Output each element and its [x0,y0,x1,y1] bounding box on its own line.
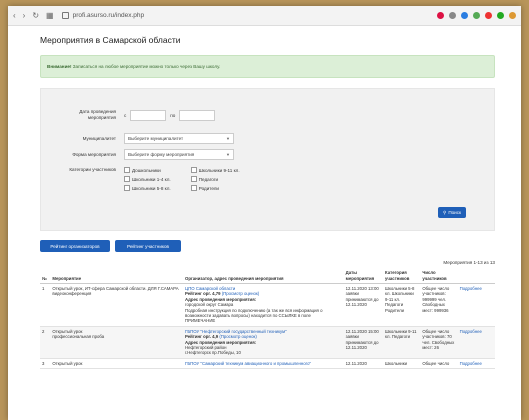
browser-window: ‹ › ↻ ▦ profi.asurso.ru/index.php Меропр… [8,6,521,420]
chevron-down-icon: ▼ [226,152,230,157]
col-count: Число участников [420,268,458,284]
participant-category-label: Категории участников [69,167,116,172]
reload-icon[interactable]: ↻ [32,11,39,20]
category-cell: Школьники [383,358,421,370]
date-to-prefix: по [170,112,176,118]
event-cell: Открытый урок, ИТ-сфера Самарской област… [50,283,184,327]
lock-icon [61,12,69,19]
organizer-cell: ГБПОУ "Нефтегорский государственный техн… [183,326,344,359]
col-actions [457,268,495,284]
browser-toolbar: ‹ › ↻ ▦ profi.asurso.ru/index.php [8,6,521,26]
search-icon: ⚲ [442,209,447,215]
event-form-select[interactable]: Выберите форму мероприятия ▼ [124,149,234,160]
info-alert: Внимание! Записаться на любое мероприяти… [40,55,495,78]
checkbox-teachers[interactable]: Педагоги [190,176,240,182]
checkbox-grade-9-11[interactable]: Школьники 9-11 кл. [190,167,240,173]
col-dates: Даты мероприятия [343,268,384,284]
row-number: 3 [40,358,51,370]
date-from-input[interactable] [130,109,167,121]
table-row: 2 Открытый урок профессиональная проба ГБ… [40,326,495,359]
filter-panel: Дата проведения мероприятия с по Муниципа… [40,88,495,231]
table-row: 3 Открытый урок ГБПОУ "Самарский технику… [40,358,495,370]
details-link[interactable]: Подробнее [460,286,482,291]
organizer-cell: ГБПОУ "Самарский техникум авиационного и… [183,358,344,370]
col-number: № [40,268,51,284]
event-form-label: Форма мероприятия [72,151,116,157]
event-cell: Открытый урок профессиональная проба [50,326,184,359]
checkbox-parents[interactable]: Родители [190,185,240,191]
checkbox-grade-5-8[interactable]: Школьники 5-8 кл. [124,185,171,191]
participant-rating-button[interactable]: Рейтинг участников [115,240,181,252]
results-counter: Мероприятия 1-13 из 13 [443,260,495,265]
row-number: 1 [40,283,51,327]
details-link[interactable]: Подробнее [460,361,482,366]
details-cell: Подробнее [457,326,495,359]
chevron-down-icon: ▼ [226,136,230,141]
dates-cell: 12.11.2020 [343,358,384,370]
forward-icon[interactable]: › [23,11,26,20]
extensions [437,12,516,19]
col-category: Категория участников [383,268,421,284]
table-header: № Мероприятие Организатор, адрес проведе… [40,268,495,284]
view-ratings-link[interactable]: (Просмотр оценок) [222,291,260,296]
details-cell: Подробнее [457,358,495,370]
checkbox-grade-1-4[interactable]: Школьники 1-4 кл. [124,176,171,182]
date-label: Дата проведения мероприятия [79,109,116,120]
download-icon[interactable] [497,12,504,19]
row-number: 2 [40,326,51,359]
count-cell: Общее число [420,358,458,370]
search-extension-icon[interactable] [437,12,444,19]
details-link[interactable]: Подробнее [460,329,482,334]
details-cell: Подробнее [457,283,495,327]
checkbox-preschool[interactable]: Дошкольники [124,167,171,173]
search-button[interactable]: ⚲ Поиск [438,207,466,218]
category-cell: Школьники 9-11 кл. Педагоги [383,326,421,359]
events-table: № Мероприятие Организатор, адрес проведе… [40,268,495,370]
tabs-icon[interactable]: ▦ [46,11,54,20]
count-cell: Общее число участников: 70 чел. Свободны… [420,326,458,359]
table-row: 1 Открытый урок, ИТ-сфера Самарской обла… [40,283,495,327]
address-bar[interactable]: profi.asurso.ru/index.php [61,12,437,19]
col-event: Мероприятие [50,268,184,284]
page-content: Мероприятия в Самарской области Внимание… [8,35,521,370]
date-to-input[interactable] [179,109,216,121]
vpn-icon[interactable] [461,12,468,19]
event-cell: Открытый урок [50,358,184,370]
category-cell: Школьники 5-8 кл. Школьники 9-11 кл. Пед… [383,283,421,327]
url-text: profi.asurso.ru/index.php [72,12,145,19]
col-organizer: Организатор, адрес проведения мероприяти… [183,268,344,284]
camera-icon[interactable] [449,12,456,19]
dates-cell: 12.11.2020 13:00 заявки принимаются до 12… [343,283,384,327]
count-cell: Общее число участников: 999999 чел. Своб… [420,283,458,327]
municipality-label: Муниципалитет [82,135,116,141]
back-icon[interactable]: ‹ [13,11,16,20]
organizer-link[interactable]: ГБПОУ "Самарский техникум авиационного и… [185,361,311,366]
rating-buttons: Рейтинг организаторов Рейтинг участников [40,240,495,252]
dates-cell: 12.11.2020 15:00 заявки принимаются до 12… [343,326,384,359]
page-title: Мероприятия в Самарской области [40,35,181,45]
organizer-link[interactable]: ЦПО Самарской области [185,286,235,291]
org-rating-button[interactable]: Рейтинг организаторов [40,240,110,252]
extension-icon[interactable] [509,12,516,19]
share-icon[interactable] [473,12,480,19]
date-from-prefix: с [124,112,127,118]
municipality-select[interactable]: Выберите муниципалитет ▼ [124,133,234,144]
view-ratings-link[interactable]: (Просмотр оценок) [219,334,257,339]
heart-icon[interactable] [485,12,492,19]
alert-label: Внимание! [47,64,72,69]
alert-text: Записаться на любое мероприятие можно то… [71,64,221,69]
organizer-link[interactable]: ГБПОУ "Нефтегорский государственный техн… [185,329,287,334]
organizer-cell: ЦПО Самарской области Рейтинг орг. 4,79 … [183,283,344,327]
